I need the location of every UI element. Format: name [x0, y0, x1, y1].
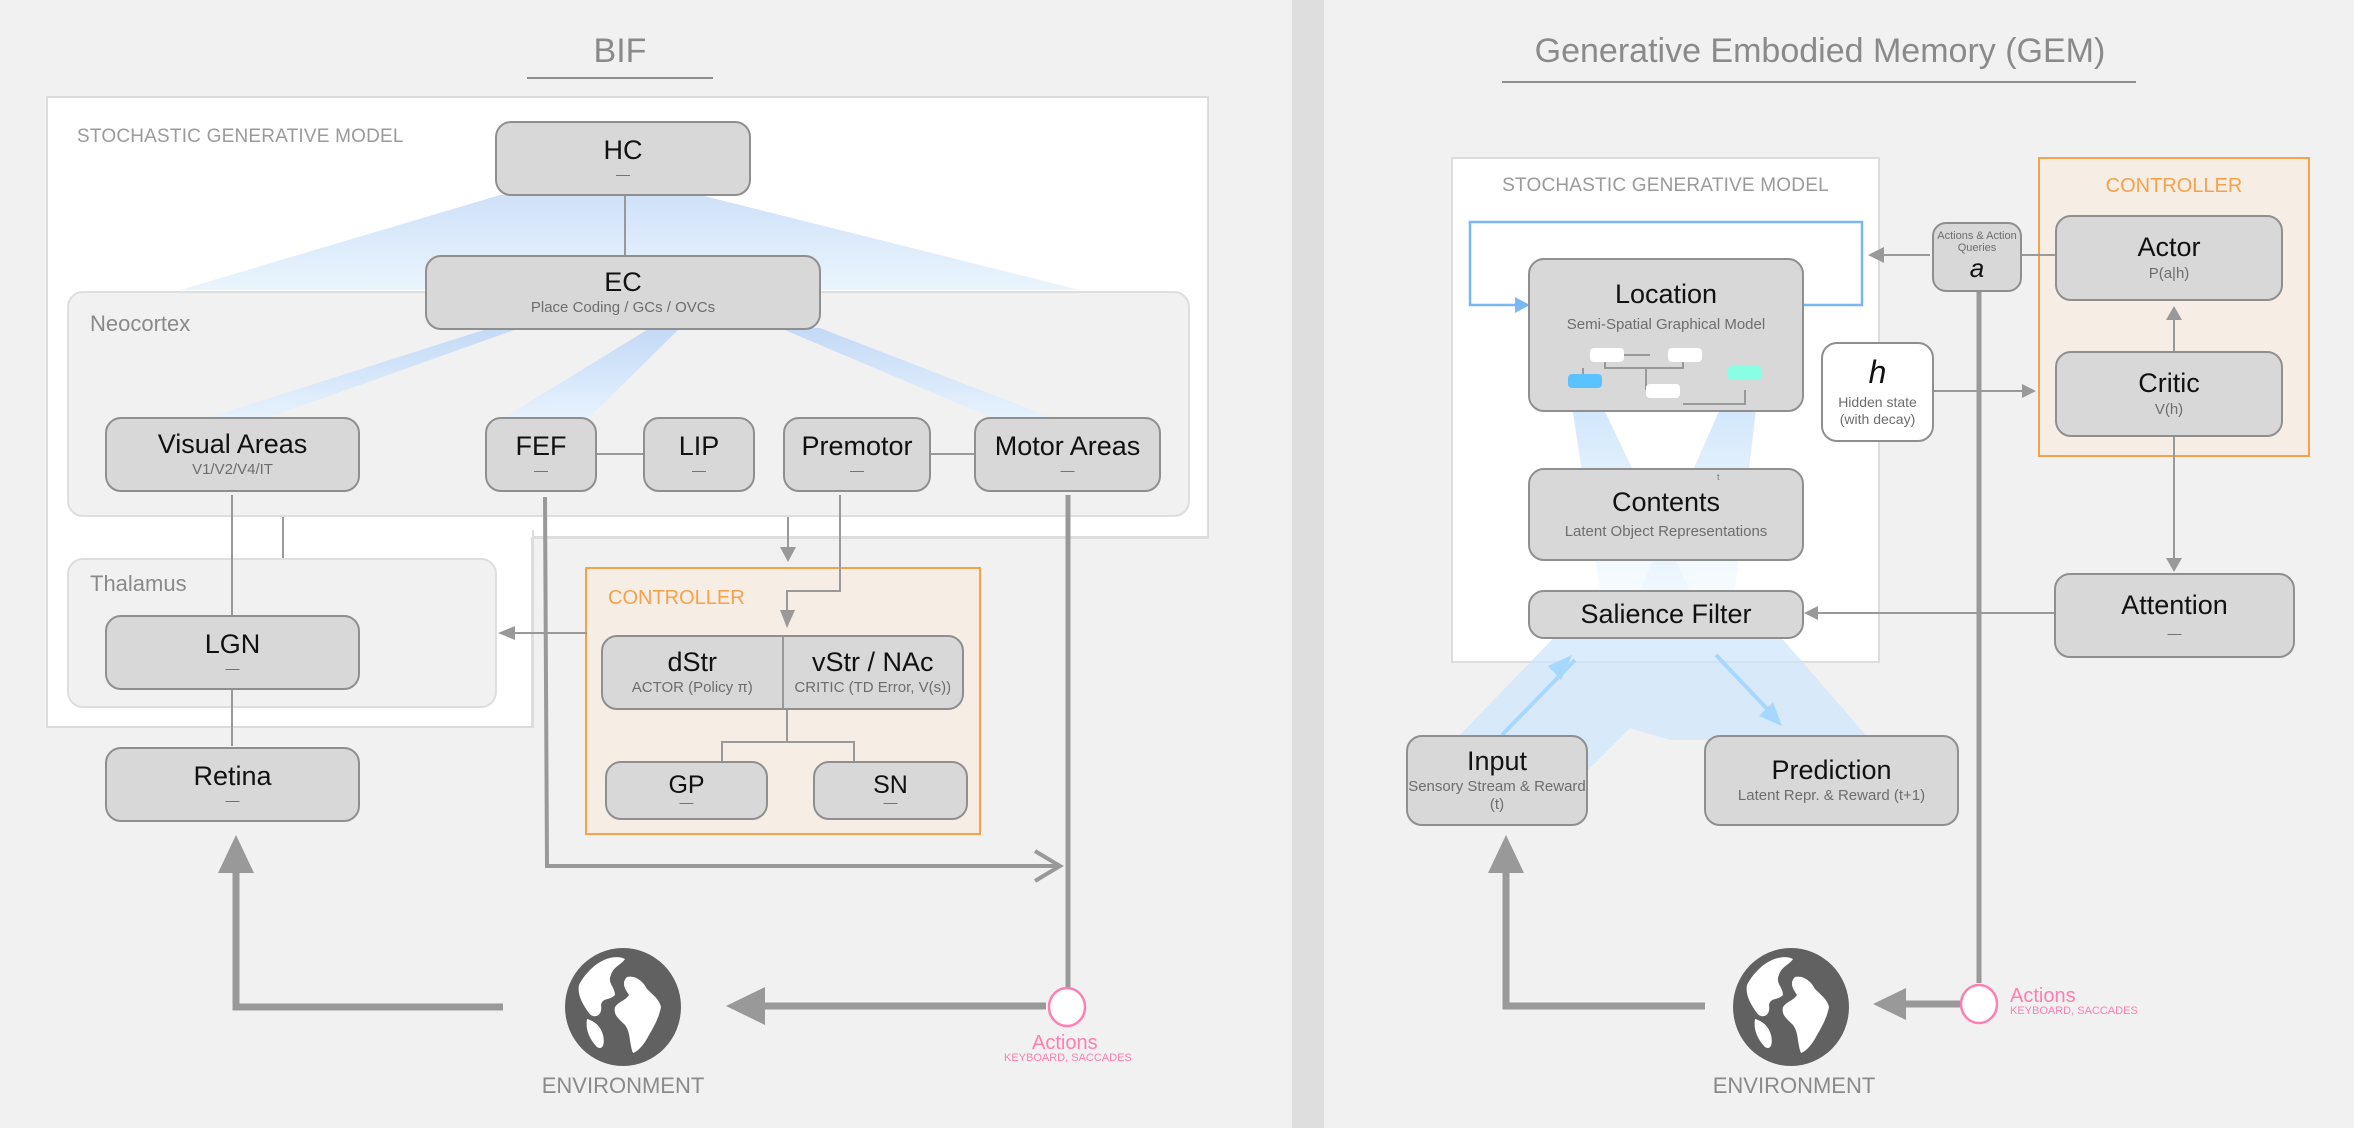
node-critic-sub: V(h)	[2154, 400, 2184, 418]
gem-wires	[1468, 220, 2182, 1020]
node-contents-sub: Latent Object Representations	[1564, 523, 1768, 541]
node-actions-queries[interactable]: Actions & Action Queries a	[1932, 222, 2022, 292]
node-location-name: Location	[1614, 279, 1718, 309]
node-actor-name: Actor	[2137, 232, 2201, 263]
node-actor-sub: P(a|h)	[2148, 264, 2190, 282]
gem-actions-label: Actions	[2010, 985, 2076, 1007]
globe-icon	[1733, 948, 1849, 1066]
node-hidden-symbol: h	[1868, 354, 1887, 391]
node-prediction-name: Prediction	[1771, 754, 1892, 785]
node-hidden-sub: Hidden state (with decay)	[1838, 394, 1917, 427]
node-actions-caption: Actions & Action Queries	[1937, 230, 2017, 255]
node-input-name: Input	[1466, 745, 1528, 776]
node-salience-name: Salience Filter	[1580, 598, 1752, 629]
gem-actions-sub: KEYBOARD, SACCADES	[2010, 1005, 2138, 1017]
gem-environment-label: ENVIRONMENT	[1712, 1073, 1876, 1098]
node-hidden-state[interactable]: h Hidden state (with decay)	[1821, 342, 1934, 442]
node-prediction[interactable]: Prediction Latent Repr. & Reward (t+1)	[1704, 735, 1959, 826]
node-contents[interactable]: t Contents Latent Object Representations	[1528, 468, 1804, 561]
node-input[interactable]: Input Sensory Stream & Reward (t)	[1406, 735, 1588, 826]
node-contents-name: Contents	[1611, 486, 1721, 517]
node-attention-name: Attention	[2121, 589, 2228, 620]
node-input-sub: Sensory Stream & Reward (t)	[1408, 778, 1586, 814]
node-contents-mark: t	[1717, 472, 1720, 482]
node-prediction-sub: Latent Repr. & Reward (t+1)	[1737, 787, 1926, 805]
node-critic-name: Critic	[2138, 368, 2200, 399]
node-actions-symbol: a	[1969, 253, 1985, 284]
node-location-sub: Semi-Spatial Graphical Model	[1566, 315, 1766, 333]
node-actor[interactable]: Actor P(a|h)	[2055, 215, 2283, 301]
node-critic[interactable]: Critic V(h)	[2055, 351, 2283, 437]
node-attention-sub: —	[2167, 625, 2182, 642]
gem-actions-node[interactable]	[1958, 982, 2000, 1026]
node-attention[interactable]: Attention —	[2054, 573, 2295, 658]
location-graph-icon	[1568, 348, 1762, 405]
node-salience-filter[interactable]: Salience Filter	[1528, 590, 1804, 639]
